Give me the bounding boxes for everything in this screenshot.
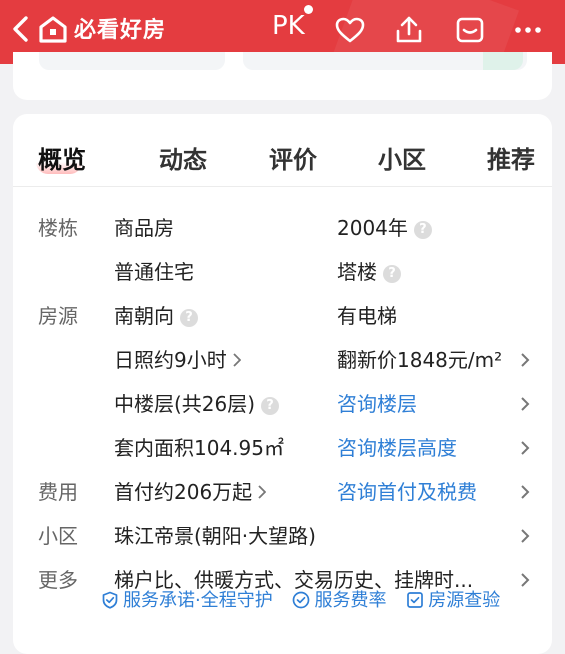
consult-tax-link[interactable]: 咨询首付及税费	[337, 478, 477, 506]
renovation-price[interactable]: 翻新价1848元/m²	[337, 346, 502, 374]
chevron-right-icon[interactable]	[520, 396, 530, 412]
notification-dot	[304, 5, 313, 14]
card-pill	[39, 52, 225, 70]
tab-community[interactable]: 小区	[378, 140, 426, 175]
chevron-right-icon[interactable]	[520, 440, 530, 456]
down-payment: 首付约206万起	[114, 480, 253, 504]
build-year-cell[interactable]: 2004年?	[337, 214, 432, 242]
chevron-right-icon[interactable]	[520, 352, 530, 368]
help-icon[interactable]: ?	[261, 397, 280, 415]
chevron-right-icon[interactable]	[520, 572, 530, 588]
tab-overview[interactable]: 概览	[38, 140, 86, 175]
badge-label: 房源查验	[428, 590, 501, 611]
share-icon[interactable]	[393, 14, 425, 46]
info-row-community[interactable]: 小区 珠江帝景(朝阳·大望路)	[13, 522, 552, 562]
back-arrow-icon[interactable]	[8, 14, 34, 44]
tab-news[interactable]: 动态	[159, 140, 207, 175]
category-label: 房源	[38, 304, 78, 328]
category-label: 小区	[38, 524, 78, 548]
floor-level-cell[interactable]: 中楼层(共26层)?	[114, 390, 280, 418]
logo-house-icon	[39, 16, 67, 43]
info-row-area: 套内面积104.95㎡ 咨询楼层高度	[13, 434, 552, 474]
chevron-right-icon	[233, 353, 241, 367]
service-badges: 服务承诺·全程守护 服务费率 房源查验	[101, 586, 514, 612]
chevron-right-icon[interactable]	[520, 528, 530, 544]
info-row-building: 楼栋 商品房 2004年?	[13, 214, 552, 254]
category-label: 费用	[38, 480, 78, 504]
badge-label: 服务费率	[314, 590, 387, 611]
tab-bar: 概览 动态 评价 小区 推荐	[13, 114, 552, 187]
house-info-card: 概览 动态 评价 小区 推荐 楼栋 商品房 2004年? 普通住宅 塔楼? 房源…	[13, 114, 552, 654]
chevron-right-icon	[258, 485, 267, 499]
previous-card	[13, 52, 552, 100]
orientation: 南朝向	[114, 304, 174, 328]
help-icon[interactable]: ?	[413, 221, 432, 239]
info-row-orientation: 房源 南朝向? 有电梯	[13, 302, 552, 342]
badge-service-fee[interactable]: 服务费率	[292, 586, 386, 612]
orientation-cell[interactable]: 南朝向?	[114, 302, 198, 330]
usage-type: 普通住宅	[114, 260, 194, 284]
building-structure: 塔楼	[337, 260, 377, 284]
property-type: 商品房	[114, 216, 174, 240]
sunlight-hours: 日照约9小时	[114, 348, 227, 372]
message-box-icon[interactable]	[454, 14, 486, 46]
badge-service-promise[interactable]: 服务承诺·全程守护	[101, 586, 273, 612]
sunlight-link[interactable]: 日照约9小时	[114, 346, 241, 374]
category-label: 更多	[38, 568, 78, 592]
heart-icon[interactable]	[334, 14, 366, 46]
pk-compare-button[interactable]: PK	[272, 11, 305, 41]
help-icon[interactable]: ?	[180, 309, 198, 327]
circle-check-icon	[293, 591, 310, 609]
tab-recommend[interactable]: 推荐	[487, 140, 535, 175]
floor-level: 中楼层(共26层)	[114, 392, 256, 416]
brand-title: 必看好房	[74, 18, 167, 43]
info-row-floor: 中楼层(共26层)? 咨询楼层	[13, 390, 552, 430]
badge-inspection[interactable]: 房源查验	[406, 586, 500, 612]
info-row-usage: 普通住宅 塔楼?	[13, 258, 552, 298]
consult-floor-height-link[interactable]: 咨询楼层高度	[337, 434, 457, 462]
more-icon[interactable]	[512, 14, 544, 46]
inner-area: 套内面积104.95㎡	[114, 436, 284, 460]
info-row-sunlight: 日照约9小时 翻新价1848元/m²	[13, 346, 552, 386]
shield-check-icon	[102, 591, 118, 609]
elevator: 有电梯	[337, 304, 397, 328]
help-icon[interactable]: ?	[383, 265, 401, 283]
chevron-right-icon[interactable]	[520, 484, 530, 500]
info-row-fees: 费用 首付约206万起 咨询首付及税费	[13, 478, 552, 518]
square-check-icon	[407, 592, 424, 608]
consult-floor-link[interactable]: 咨询楼层	[337, 390, 417, 418]
category-label: 楼栋	[38, 216, 78, 240]
down-payment-link[interactable]: 首付约206万起	[114, 478, 267, 506]
card-decoration	[483, 52, 523, 70]
badge-label: 服务承诺·全程守护	[123, 590, 273, 611]
tab-reviews[interactable]: 评价	[269, 140, 317, 175]
building-structure-cell[interactable]: 塔楼?	[337, 258, 401, 286]
build-year: 2004年	[337, 216, 408, 240]
community-name[interactable]: 珠江帝景(朝阳·大望路)	[114, 522, 316, 550]
